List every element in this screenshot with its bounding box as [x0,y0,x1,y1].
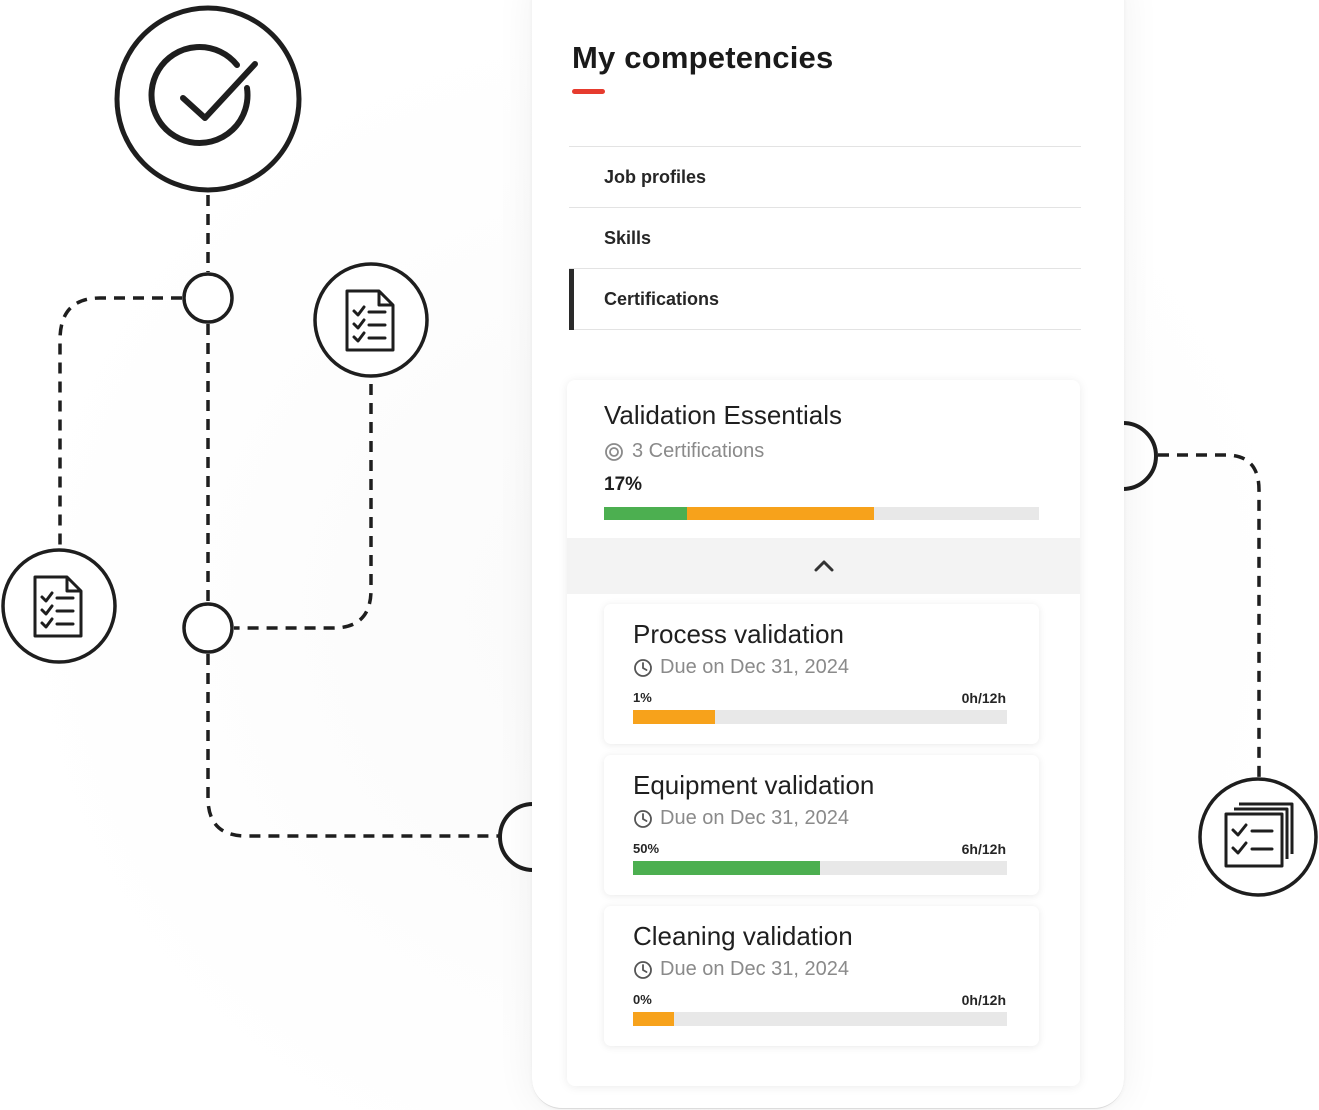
clock-icon [634,960,652,979]
course-card[interactable]: Validation Essentials 3 Certifications 1… [567,380,1080,1086]
connector-node-2 [182,602,234,654]
certification-due: Due on Dec 31, 2024 [633,807,849,830]
certification-progress-bar [633,861,1007,875]
course-certification-count: 3 Certifications [632,440,765,462]
certification-hours: 0h/12h [961,992,1006,1008]
certification-progress-bar [633,710,1007,724]
competency-nav: Job profiles Skills Certifications [569,146,1081,330]
course-meta: 3 Certifications [604,440,764,463]
nav-item-job-profiles[interactable]: Job profiles [569,147,1081,208]
nav-item-label: Skills [604,227,652,248]
nav-item-label: Job profiles [604,166,707,187]
collapse-toggle[interactable] [567,538,1080,594]
certification-progress-bar [633,1012,1007,1026]
course-progress-percent: 17% [604,474,643,495]
certification-title: Cleaning validation [633,921,853,951]
clock-icon [634,658,652,677]
clock-icon [634,809,652,828]
nav-item-label: Certifications [604,288,720,309]
certification-hours: 0h/12h [961,690,1006,706]
page-title: My competencies [572,40,834,75]
title-accent-underline [572,89,605,94]
course-progress-bar [604,507,1039,520]
connector-node-1 [182,272,234,324]
checklist-document-icon [1,548,117,664]
chevron-up-icon [814,560,833,572]
certificate-icon [605,442,623,461]
certification-progress-percent: 1% [633,690,652,705]
course-progress-segment-completed [604,507,687,520]
certification-hours: 6h/12h [961,841,1006,857]
checklist-document-icon [313,262,429,378]
app-panel: My competencies Job profiles Skills Cert… [532,0,1124,1109]
nav-item-skills[interactable]: Skills [569,208,1081,269]
certification-card[interactable]: Equipment validation Due on Dec 31, 2024… [604,755,1039,895]
certification-progress-fill [633,1012,675,1026]
certification-due: Due on Dec 31, 2024 [633,958,849,981]
course-title: Validation Essentials [604,400,842,430]
certification-due-date: Due on Dec 31, 2024 [660,656,850,678]
certification-title: Equipment validation [633,770,875,800]
nav-item-certifications[interactable]: Certifications [569,269,1081,330]
certification-due-date: Due on Dec 31, 2024 [660,958,850,980]
certification-progress-fill [633,861,820,875]
certification-progress-fill [633,710,716,724]
certification-progress-percent: 0% [633,992,652,1007]
certification-progress-percent: 50% [633,841,660,856]
certification-due: Due on Dec 31, 2024 [633,656,849,679]
checklist-stack-icon [1198,777,1318,897]
course-progress-segment-in-progress [686,507,874,520]
certification-card[interactable]: Process validation Due on Dec 31, 2024 1… [604,604,1039,744]
illustration-stage: My competencies Job profiles Skills Cert… [0,0,1319,1110]
certification-card[interactable]: Cleaning validation Due on Dec 31, 2024 … [604,906,1039,1046]
certification-title: Process validation [633,619,844,649]
checkmark-circle-icon [114,5,302,193]
certification-due-date: Due on Dec 31, 2024 [660,807,850,829]
